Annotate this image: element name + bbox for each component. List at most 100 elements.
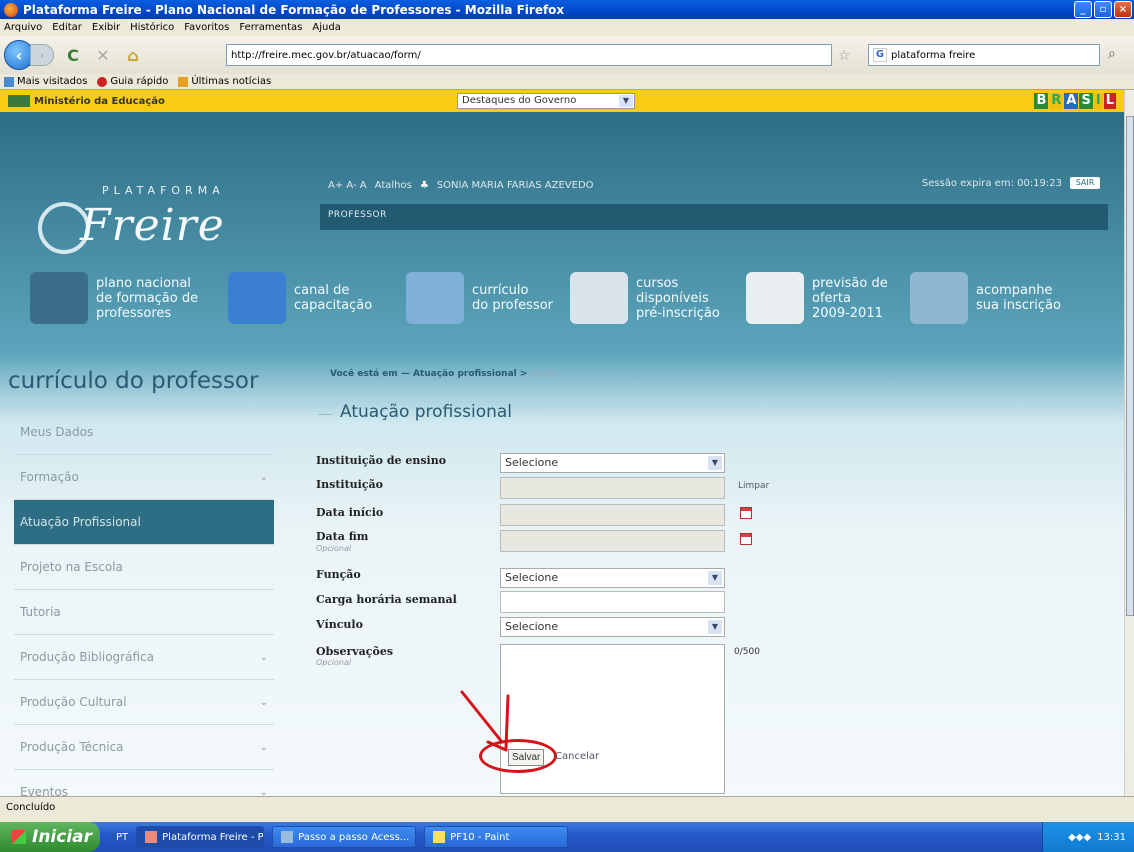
atalhos-link[interactable]: Atalhos [375, 180, 412, 191]
home-icon[interactable]: ⌂ [122, 44, 144, 66]
nav-plano-nacional[interactable]: plano nacional de formação de professores [30, 272, 198, 324]
monitor-icon [228, 272, 286, 324]
chevron-down-icon: ⌄ [259, 696, 268, 708]
bookmark-mais-visitados[interactable]: Mais visitados [4, 76, 87, 87]
nav-cursos[interactable]: cursos disponíveis pré-inscrição [570, 272, 720, 324]
stop-icon[interactable]: ✕ [92, 44, 114, 66]
select-instituicao-ensino[interactable]: Selecione ▼ [500, 453, 725, 473]
chevron-down-icon: ⌄ [259, 651, 268, 663]
menu-ferramentas[interactable]: Ferramentas [239, 22, 302, 33]
maximize-button[interactable]: ▫ [1094, 1, 1112, 18]
sidebar-item-atuacao-profissional[interactable]: Atuação Profissional [14, 500, 274, 545]
nav-previsao-oferta[interactable]: previsão de oferta 2009-2011 [746, 272, 888, 324]
nav-curriculo[interactable]: currículo do professor [406, 272, 553, 324]
calendar-icon[interactable] [740, 533, 752, 545]
input-data-inicio [500, 504, 725, 526]
main-navigation: plano nacional de formação de professores … [30, 272, 1110, 342]
sidebar-item-meus-dados[interactable]: Meus Dados [14, 410, 274, 455]
sidebar-menu: Meus Dados Formação ⌄ Atuação Profissiona… [14, 410, 274, 796]
close-button[interactable]: × [1114, 1, 1132, 18]
forward-button[interactable]: › [30, 44, 54, 66]
label-observacoes: Observações [316, 645, 394, 658]
limpar-link[interactable]: Limpar [738, 481, 769, 491]
menu-editar[interactable]: Editar [52, 22, 82, 33]
nav-canal-capacitacao[interactable]: canal de capacitação [228, 272, 372, 324]
menu-ajuda[interactable]: Ajuda [312, 22, 340, 33]
reload-icon[interactable]: C [62, 44, 84, 66]
taskbar-item-paint[interactable]: PF10 - Paint [424, 826, 569, 848]
taskbar-item-firefox[interactable]: Plataforma Freire - Pl... [136, 826, 265, 848]
sidebar-title: currículo do professor [8, 368, 259, 394]
divider [318, 414, 332, 415]
clock: 13:31 [1097, 831, 1126, 843]
chevron-down-icon: ▼ [708, 456, 722, 470]
input-carga-horaria[interactable] [500, 591, 725, 613]
search-text: plataforma freire [891, 49, 976, 61]
calendar-chart-icon [746, 272, 804, 324]
bookmark-star-icon[interactable]: ☆ [838, 48, 851, 64]
menu-arquivo[interactable]: Arquivo [4, 22, 42, 33]
rss-icon [178, 76, 189, 87]
chevron-down-icon: ⌄ [259, 741, 268, 753]
label-data-fim: Data fim [316, 530, 369, 543]
start-button[interactable]: Iniciar [0, 822, 100, 852]
navigation-toolbar: ‹ › C ✕ ⌂ http://freire.mec.gov.br/atuac… [0, 36, 1134, 171]
sidebar-item-projeto-escola[interactable]: Projeto na Escola [14, 545, 274, 590]
page-scrollbar[interactable] [1124, 90, 1134, 796]
label-instituicao-ensino: Instituição de ensino [316, 454, 447, 467]
ministry-icon [8, 95, 30, 107]
scrollbar-thumb[interactable] [1126, 116, 1134, 616]
search-icon[interactable]: ⌕ [1108, 46, 1116, 62]
form-title: Atuação profissional [340, 402, 513, 422]
search-bar[interactable]: G plataforma freire [868, 44, 1100, 66]
bookmark-guia-rapido[interactable]: Guia rápido [97, 76, 168, 87]
optional-hint: Opcional [316, 658, 352, 667]
taskbar-item-passo-a-passo[interactable]: Passo a passo Acess... [272, 826, 417, 848]
sidebar-item-producao-tecnica[interactable]: Produção Técnica ⌄ [14, 725, 274, 770]
calendar-icon[interactable] [740, 507, 752, 519]
graduation-cap-icon [30, 272, 88, 324]
language-indicator[interactable]: PT [116, 832, 128, 843]
menu-historico[interactable]: Histórico [130, 22, 174, 33]
sidebar-item-producao-cultural[interactable]: Produção Cultural ⌄ [14, 680, 274, 725]
google-icon: G [873, 48, 887, 62]
nav-acompanhe[interactable]: acompanhe sua inscrição [910, 272, 1061, 324]
select-vinculo[interactable]: Selecione ▼ [500, 617, 725, 637]
status-bar: Concluído [0, 796, 1134, 822]
chevron-down-icon: ⌄ [259, 786, 268, 797]
page-content: PLATAFORMA Freire A+ A- A Atalhos ♣ SONI… [0, 112, 1124, 796]
ministry-link[interactable]: Ministério da Educação [8, 95, 165, 107]
label-carga-horaria: Carga horária semanal [316, 593, 457, 606]
select-funcao[interactable]: Selecione ▼ [500, 568, 725, 588]
window-icon [281, 831, 294, 843]
paint-icon [433, 831, 446, 843]
bookmark-ultimas-noticias[interactable]: Últimas notícias [178, 76, 271, 87]
chevron-down-icon: ▼ [619, 95, 633, 107]
sidebar-item-formacao[interactable]: Formação ⌄ [14, 455, 274, 500]
font-size-controls[interactable]: A+ A- A [328, 180, 367, 191]
bookmark-icon [4, 76, 14, 87]
sitemap-icon: ♣ [419, 179, 429, 191]
input-data-fim [500, 530, 725, 552]
url-bar[interactable]: http://freire.mec.gov.br/atuacao/form/ [226, 44, 832, 171]
sidebar-item-tutoria[interactable]: Tutoria [14, 590, 274, 635]
bookmarks-bar: Mais visitados Guia rápido Últimas notíc… [0, 74, 1134, 90]
brasil-logo[interactable]: B R A S I L [1034, 93, 1116, 109]
chevron-down-icon: ▼ [708, 620, 722, 634]
menu-exibir[interactable]: Exibir [92, 22, 120, 33]
salvar-button[interactable]: Salvar [508, 749, 545, 766]
breadcrumb-current: Incluir [530, 369, 559, 379]
chevron-down-icon: ⌄ [259, 471, 268, 483]
breadcrumb-link[interactable]: Atuação profissional [413, 369, 517, 379]
sidebar-item-producao-bibliografica[interactable]: Produção Bibliográfica ⌄ [14, 635, 274, 680]
minimize-button[interactable]: _ [1074, 1, 1092, 18]
plataforma-freire-logo[interactable]: PLATAFORMA Freire [30, 174, 240, 274]
logout-button[interactable]: SAIR [1070, 177, 1100, 189]
tray-icons[interactable]: ◆◆◆ [1068, 832, 1091, 843]
sidebar-item-eventos[interactable]: Eventos ⌄ [14, 770, 274, 796]
system-tray: ◆◆◆ 13:31 [1042, 822, 1134, 852]
user-name: SONIA MARIA FARIAS AZEVEDO [436, 179, 594, 191]
gov-highlights-select[interactable]: Destaques do Governo ▼ [457, 93, 635, 109]
menu-favoritos[interactable]: Favoritos [184, 22, 229, 33]
cancelar-link[interactable]: Cancelar [555, 751, 599, 762]
